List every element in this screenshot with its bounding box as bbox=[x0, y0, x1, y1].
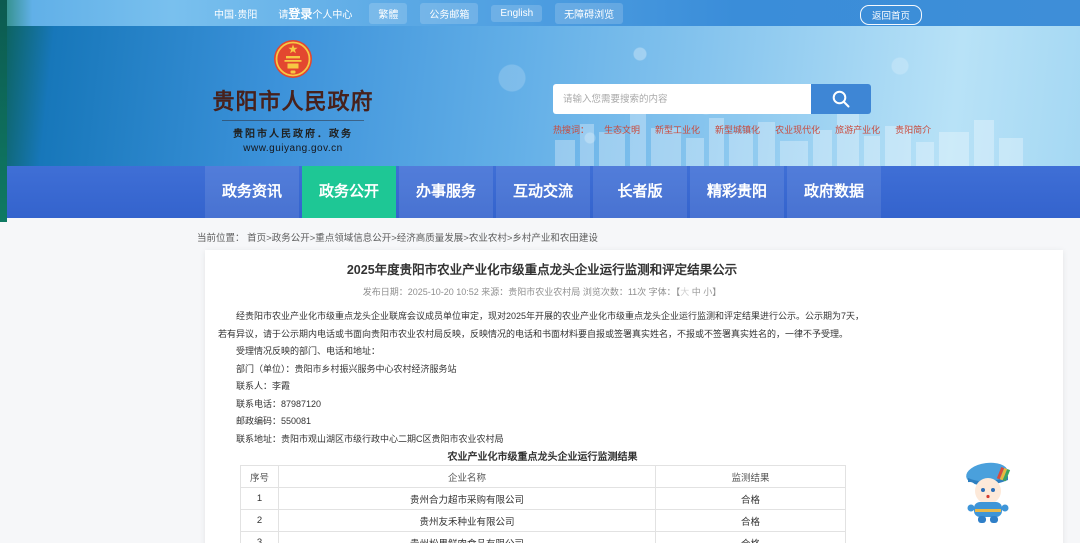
table-header-row: 序号 企业名称 监测结果 bbox=[240, 465, 846, 488]
cell-company: 贵州合力超市采购有限公司 bbox=[278, 487, 656, 510]
article-paragraph: 联系人：李霞 bbox=[236, 381, 291, 391]
table-row: 3 贵州松果鲜肉食品有限公司 合格 bbox=[240, 531, 846, 543]
hot-search-row: 热搜词： 生态文明 新型工业化 新型城镇化 农业现代化 旅游产业化 贵阳简介 bbox=[553, 123, 931, 136]
cell-company: 贵州松果鲜肉食品有限公司 bbox=[278, 531, 656, 543]
main-nav: 政务资讯 政务公开 办事服务 互动交流 长者版 精彩贵阳 政府数据 bbox=[0, 166, 1080, 218]
left-edge-decor bbox=[0, 0, 7, 222]
cell-result: 合格 bbox=[655, 531, 846, 543]
meta-publish-date: 发布日期：2025-10-20 10:52 bbox=[362, 287, 479, 297]
meta-views: 浏览次数：11次 bbox=[582, 287, 647, 297]
search-bar bbox=[553, 84, 871, 114]
col-header-result: 监测结果 bbox=[655, 465, 846, 488]
topbar: 中国·贵阳 请登录个人中心 繁體 公务邮箱 English 无障碍浏览 返回首页 bbox=[0, 0, 1080, 26]
hot-search-term[interactable]: 生态文明 bbox=[604, 123, 640, 136]
monitor-result-table: 序号 企业名称 监测结果 1 贵州合力超市采购有限公司 合格 2 贵州友禾种业有… bbox=[240, 465, 846, 543]
topbar-link-traditional[interactable]: 繁體 bbox=[369, 2, 408, 24]
topbar-link-accessibility[interactable]: 无障碍浏览 bbox=[555, 2, 624, 24]
nav-item-interaction[interactable]: 互动交流 bbox=[496, 166, 590, 218]
nav-item-highlights[interactable]: 精彩贵阳 bbox=[690, 166, 784, 218]
topbar-link-region[interactable]: 中国·贵阳 bbox=[210, 4, 261, 23]
national-emblem-icon bbox=[274, 40, 312, 78]
breadcrumb-path[interactable]: 首页>政务公开>重点领域信息公开>经济高质量发展>农业农村>乡村产业和农田建设 bbox=[247, 233, 598, 244]
mascot-icon bbox=[961, 462, 1015, 523]
col-header-company: 企业名称 bbox=[278, 465, 656, 488]
login-bold: 登录 bbox=[288, 6, 313, 21]
site-logo[interactable]: 贵阳市人民政府 贵阳市人民政府．政务 www.guiyang.gov.cn bbox=[210, 38, 376, 154]
site-title: 贵阳市人民政府 bbox=[212, 89, 374, 114]
table-caption: 农业产业化市级重点龙头企业运行监测结果 bbox=[447, 452, 638, 463]
article-body: 经贵阳市农业产业化市级重点龙头企业联席会议成员单位审定，现对2025年开展的农业… bbox=[218, 308, 866, 448]
nav-item-senior[interactable]: 长者版 bbox=[593, 166, 687, 218]
login-post: 个人中心 bbox=[312, 9, 353, 21]
meta-bracket: 】 bbox=[712, 287, 722, 297]
article-card: 2025年度贵阳市农业产业化市级重点龙头企业运行监测和评定结果公示 发布日期：2… bbox=[205, 250, 1063, 543]
table-row: 1 贵州合力超市采购有限公司 合格 bbox=[240, 487, 846, 510]
mascot-assistant[interactable] bbox=[956, 458, 1022, 526]
site-header: 贵阳市人民政府 贵阳市人民政府．政务 www.guiyang.gov.cn 热搜… bbox=[0, 26, 1080, 166]
search-button[interactable] bbox=[811, 84, 871, 114]
cell-result: 合格 bbox=[655, 487, 846, 510]
search-icon bbox=[832, 90, 850, 108]
article-paragraph: 联系地址：贵阳市观山湖区市级行政中心二期C区贵阳市农业农村局 bbox=[236, 433, 504, 444]
monitor-result-table-wrap: 农业产业化市级重点龙头企业运行监测结果 序号 企业名称 监测结果 1 贵州合力超… bbox=[240, 451, 846, 543]
hot-search-term[interactable]: 新型工业化 bbox=[655, 123, 700, 136]
article-title: 2025年度贵阳市农业产业化市级重点龙头企业运行监测和评定结果公示 bbox=[346, 263, 738, 277]
cell-index: 1 bbox=[240, 487, 279, 510]
hot-search-term[interactable]: 贵阳简介 bbox=[895, 123, 931, 136]
back-to-home-button[interactable]: 返回首页 bbox=[859, 5, 922, 25]
city-skyline bbox=[555, 110, 1023, 166]
main-nav-items: 政务资讯 政务公开 办事服务 互动交流 长者版 精彩贵阳 政府数据 bbox=[205, 166, 884, 218]
breadcrumb-label: 当前位置： bbox=[197, 233, 245, 244]
cell-result: 合格 bbox=[655, 509, 846, 532]
font-size-large[interactable]: 大 bbox=[680, 287, 689, 297]
nav-item-news[interactable]: 政务资讯 bbox=[205, 166, 299, 218]
font-size-small[interactable]: 小 bbox=[703, 287, 712, 297]
hot-search-term[interactable]: 新型城镇化 bbox=[715, 123, 760, 136]
cell-company: 贵州友禾种业有限公司 bbox=[278, 509, 656, 532]
table-row: 2 贵州友禾种业有限公司 合格 bbox=[240, 509, 846, 532]
article-paragraph: 受理情况反映的部门、电话和地址： bbox=[236, 346, 381, 356]
cell-index: 3 bbox=[240, 531, 279, 543]
topbar-link-english[interactable]: English bbox=[491, 4, 543, 22]
site-subtitle: 贵阳市人民政府．政务 bbox=[222, 120, 364, 140]
breadcrumb: 当前位置： 首页>政务公开>重点领域信息公开>经济高质量发展>农业农村>乡村产业… bbox=[197, 230, 598, 244]
font-size-medium[interactable]: 中 bbox=[692, 287, 701, 297]
nav-item-gov-data[interactable]: 政府数据 bbox=[787, 166, 881, 218]
topbar-link-login[interactable]: 请登录个人中心 bbox=[274, 3, 356, 24]
hot-search-term[interactable]: 旅游产业化 bbox=[835, 123, 880, 136]
search-input[interactable] bbox=[553, 84, 811, 114]
article-paragraph: 经贵阳市农业产业化市级重点龙头企业联席会议成员单位审定，现对2025年开展的农业… bbox=[218, 311, 865, 339]
meta-font-label: 字体： bbox=[648, 287, 676, 297]
site-url: www.guiyang.gov.cn bbox=[243, 143, 343, 154]
hot-search-term[interactable]: 农业现代化 bbox=[775, 123, 820, 136]
hot-search-label: 热搜词： bbox=[553, 125, 590, 135]
article-paragraph: 联系电话：87987120 bbox=[236, 398, 322, 409]
topbar-links: 中国·贵阳 请登录个人中心 繁體 公务邮箱 English 无障碍浏览 bbox=[210, 0, 624, 26]
article-meta: 发布日期：2025-10-20 10:52 来源：贵阳市农业农村局 浏览次数：1… bbox=[218, 286, 866, 298]
meta-source: 来源：贵阳市农业农村局 bbox=[481, 287, 581, 297]
nav-item-gov-disclosure[interactable]: 政务公开 bbox=[302, 166, 396, 218]
nav-item-services[interactable]: 办事服务 bbox=[399, 166, 493, 218]
cell-index: 2 bbox=[240, 509, 279, 532]
topbar-link-mail[interactable]: 公务邮箱 bbox=[420, 2, 479, 24]
col-header-index: 序号 bbox=[240, 465, 279, 488]
article-paragraph: 部门（单位）：贵阳市乡村振兴服务中心农村经济服务站 bbox=[236, 363, 457, 374]
login-pre: 请 bbox=[278, 9, 289, 21]
article-paragraph: 邮政编码：550081 bbox=[236, 416, 312, 426]
